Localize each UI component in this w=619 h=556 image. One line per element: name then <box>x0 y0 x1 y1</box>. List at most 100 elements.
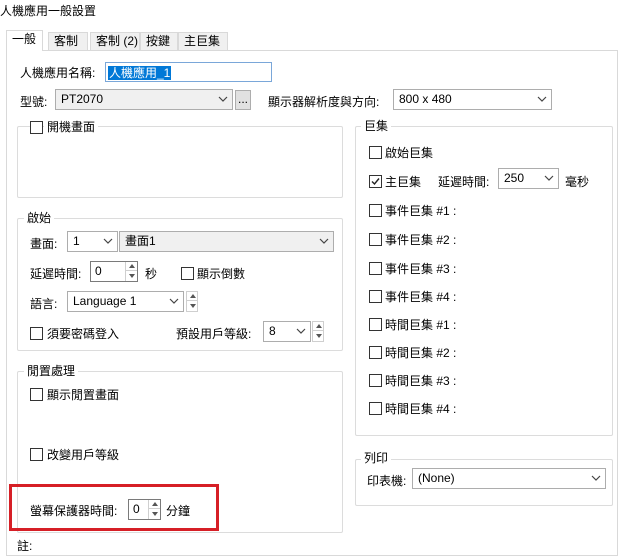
show-idle-screen-checkbox[interactable] <box>30 388 43 401</box>
change-user-level-label: 改變用戶等級 <box>47 448 120 462</box>
tab-keys[interactable]: 按鍵 <box>140 32 178 50</box>
start-screen-name-select[interactable]: 畫面1 <box>119 231 334 252</box>
screensaver-value: 0 <box>133 502 140 516</box>
tab-main-macro[interactable]: 主巨集 <box>178 32 228 50</box>
start-screen-number: 1 <box>73 234 80 248</box>
resolution-label: 顯示器解析度與方向: <box>268 95 380 109</box>
macro-label-event-1: 事件巨集 #1 : <box>385 204 457 218</box>
macro-checkbox-startup[interactable] <box>369 146 382 159</box>
spin-up-icon[interactable] <box>187 292 197 301</box>
chevron-down-icon <box>537 96 547 102</box>
macro-checkbox-timer-1[interactable] <box>369 318 382 331</box>
user-level-spinner[interactable] <box>312 321 324 342</box>
printer-label: 印表機: <box>367 474 407 488</box>
change-user-level-checkbox[interactable] <box>30 448 43 461</box>
chevron-down-icon <box>319 238 329 244</box>
spin-up-icon[interactable] <box>313 322 323 331</box>
chevron-down-icon <box>544 175 554 181</box>
start-group-label: 啟始 <box>24 211 55 225</box>
macro-checkbox-event-2[interactable] <box>369 233 382 246</box>
screensaver-spinner[interactable]: 0 <box>128 499 161 520</box>
countdown-checkbox[interactable] <box>181 267 194 280</box>
start-delay-label: 延遲時間: <box>30 267 82 281</box>
note-label: 註: <box>17 539 33 553</box>
macro-checkbox-timer-3[interactable] <box>369 374 382 387</box>
startup-screen-group <box>17 126 343 198</box>
macro-checkbox-event-3[interactable] <box>369 262 382 275</box>
model-value: PT2070 <box>61 92 104 106</box>
spinner-buttons[interactable] <box>125 262 137 281</box>
macro-label-startup: 啟始巨集 <box>385 146 434 160</box>
macro-delay-label: 延遲時間: <box>438 175 490 189</box>
tab-custom-2[interactable]: 客制 (2) <box>90 32 140 50</box>
spin-down-icon[interactable] <box>126 271 137 280</box>
model-browse-button[interactable]: ... <box>235 90 251 110</box>
resolution-select[interactable]: 800 x 480 <box>393 89 552 110</box>
start-delay-spinner[interactable]: 0 <box>90 261 138 282</box>
countdown-label: 顯示倒數 <box>197 267 246 281</box>
macro-delay-unit: 毫秒 <box>565 175 590 189</box>
macro-checkbox-event-1[interactable] <box>369 204 382 217</box>
language-spinner[interactable] <box>186 291 198 312</box>
user-level-select[interactable]: 8 <box>263 321 311 342</box>
macro-checkbox-timer-4[interactable] <box>369 402 382 415</box>
hmi-name-input[interactable]: 人機應用_1 <box>105 62 272 82</box>
start-screen-number-select[interactable]: 1 <box>67 231 118 252</box>
spin-up-icon[interactable] <box>126 262 137 271</box>
macro-checkbox-event-4[interactable] <box>369 290 382 303</box>
spin-down-icon[interactable] <box>187 301 197 310</box>
start-screen-name: 畫面1 <box>125 234 156 248</box>
macro-label-timer-1: 時間巨集 #1 : <box>385 318 457 332</box>
hmi-name-label: 人機應用名稱: <box>20 66 96 80</box>
startup-screen-label: 開機畫面 <box>44 120 99 134</box>
model-label: 型號: <box>20 95 48 109</box>
tab-custom[interactable]: 客制 <box>48 32 88 50</box>
chevron-down-icon <box>169 298 179 304</box>
startup-screen-checkbox[interactable] <box>30 121 43 134</box>
macro-label-timer-3: 時間巨集 #3 : <box>385 374 457 388</box>
language-select[interactable]: Language 1 <box>67 291 184 312</box>
chevron-down-icon <box>296 328 306 334</box>
screensaver-label: 螢幕保護器時間: <box>30 504 118 518</box>
chevron-down-icon <box>103 238 113 244</box>
tab-general[interactable]: 一般 <box>6 30 43 51</box>
start-delay-unit: 秒 <box>145 267 158 281</box>
macro-label-event-2: 事件巨集 #2 : <box>385 233 457 247</box>
start-delay-value: 0 <box>95 264 102 278</box>
password-login-checkbox[interactable] <box>30 327 43 340</box>
print-group-label: 列印 <box>361 451 392 465</box>
macro-group <box>355 126 613 436</box>
macro-label-event-3: 事件巨集 #3 : <box>385 262 457 276</box>
macro-delay-select[interactable]: 250 <box>498 168 559 189</box>
checkmark-icon <box>371 178 380 186</box>
window-title: 人機應用一般設置 <box>0 4 97 18</box>
macro-checkbox-timer-2[interactable] <box>369 346 382 359</box>
screensaver-unit: 分鐘 <box>166 504 191 518</box>
macro-label-timer-4: 時間巨集 #4 : <box>385 402 457 416</box>
user-level-value: 8 <box>269 324 276 338</box>
macro-delay-value: 250 <box>504 171 525 185</box>
printer-select[interactable]: (None) <box>412 468 606 489</box>
macro-group-label: 巨集 <box>361 119 392 133</box>
chevron-down-icon <box>591 475 601 481</box>
language-value: Language 1 <box>73 294 137 308</box>
idle-group-label: 閒置處理 <box>24 364 79 378</box>
hmi-name-value: 人機應用_1 <box>108 66 172 80</box>
start-screen-label: 畫面: <box>30 237 58 251</box>
password-login-label: 須要密碼登入 <box>47 327 120 341</box>
model-select[interactable]: PT2070 <box>55 89 233 110</box>
show-idle-screen-label: 顯示閒置畫面 <box>47 388 120 402</box>
language-label: 語言: <box>30 297 58 311</box>
spinner-buttons[interactable] <box>148 500 160 519</box>
chevron-down-icon <box>218 96 228 102</box>
user-level-label: 預設用戶等級: <box>176 327 252 341</box>
spin-up-icon[interactable] <box>149 500 160 509</box>
spin-down-icon[interactable] <box>313 331 323 340</box>
macro-checkbox-main[interactable] <box>369 175 382 188</box>
printer-value: (None) <box>418 471 455 485</box>
macro-label-main: 主巨集 <box>385 175 422 189</box>
resolution-value: 800 x 480 <box>399 92 452 106</box>
spin-down-icon[interactable] <box>149 509 160 518</box>
macro-label-timer-2: 時間巨集 #2 : <box>385 346 457 360</box>
macro-label-event-4: 事件巨集 #4 : <box>385 290 457 304</box>
